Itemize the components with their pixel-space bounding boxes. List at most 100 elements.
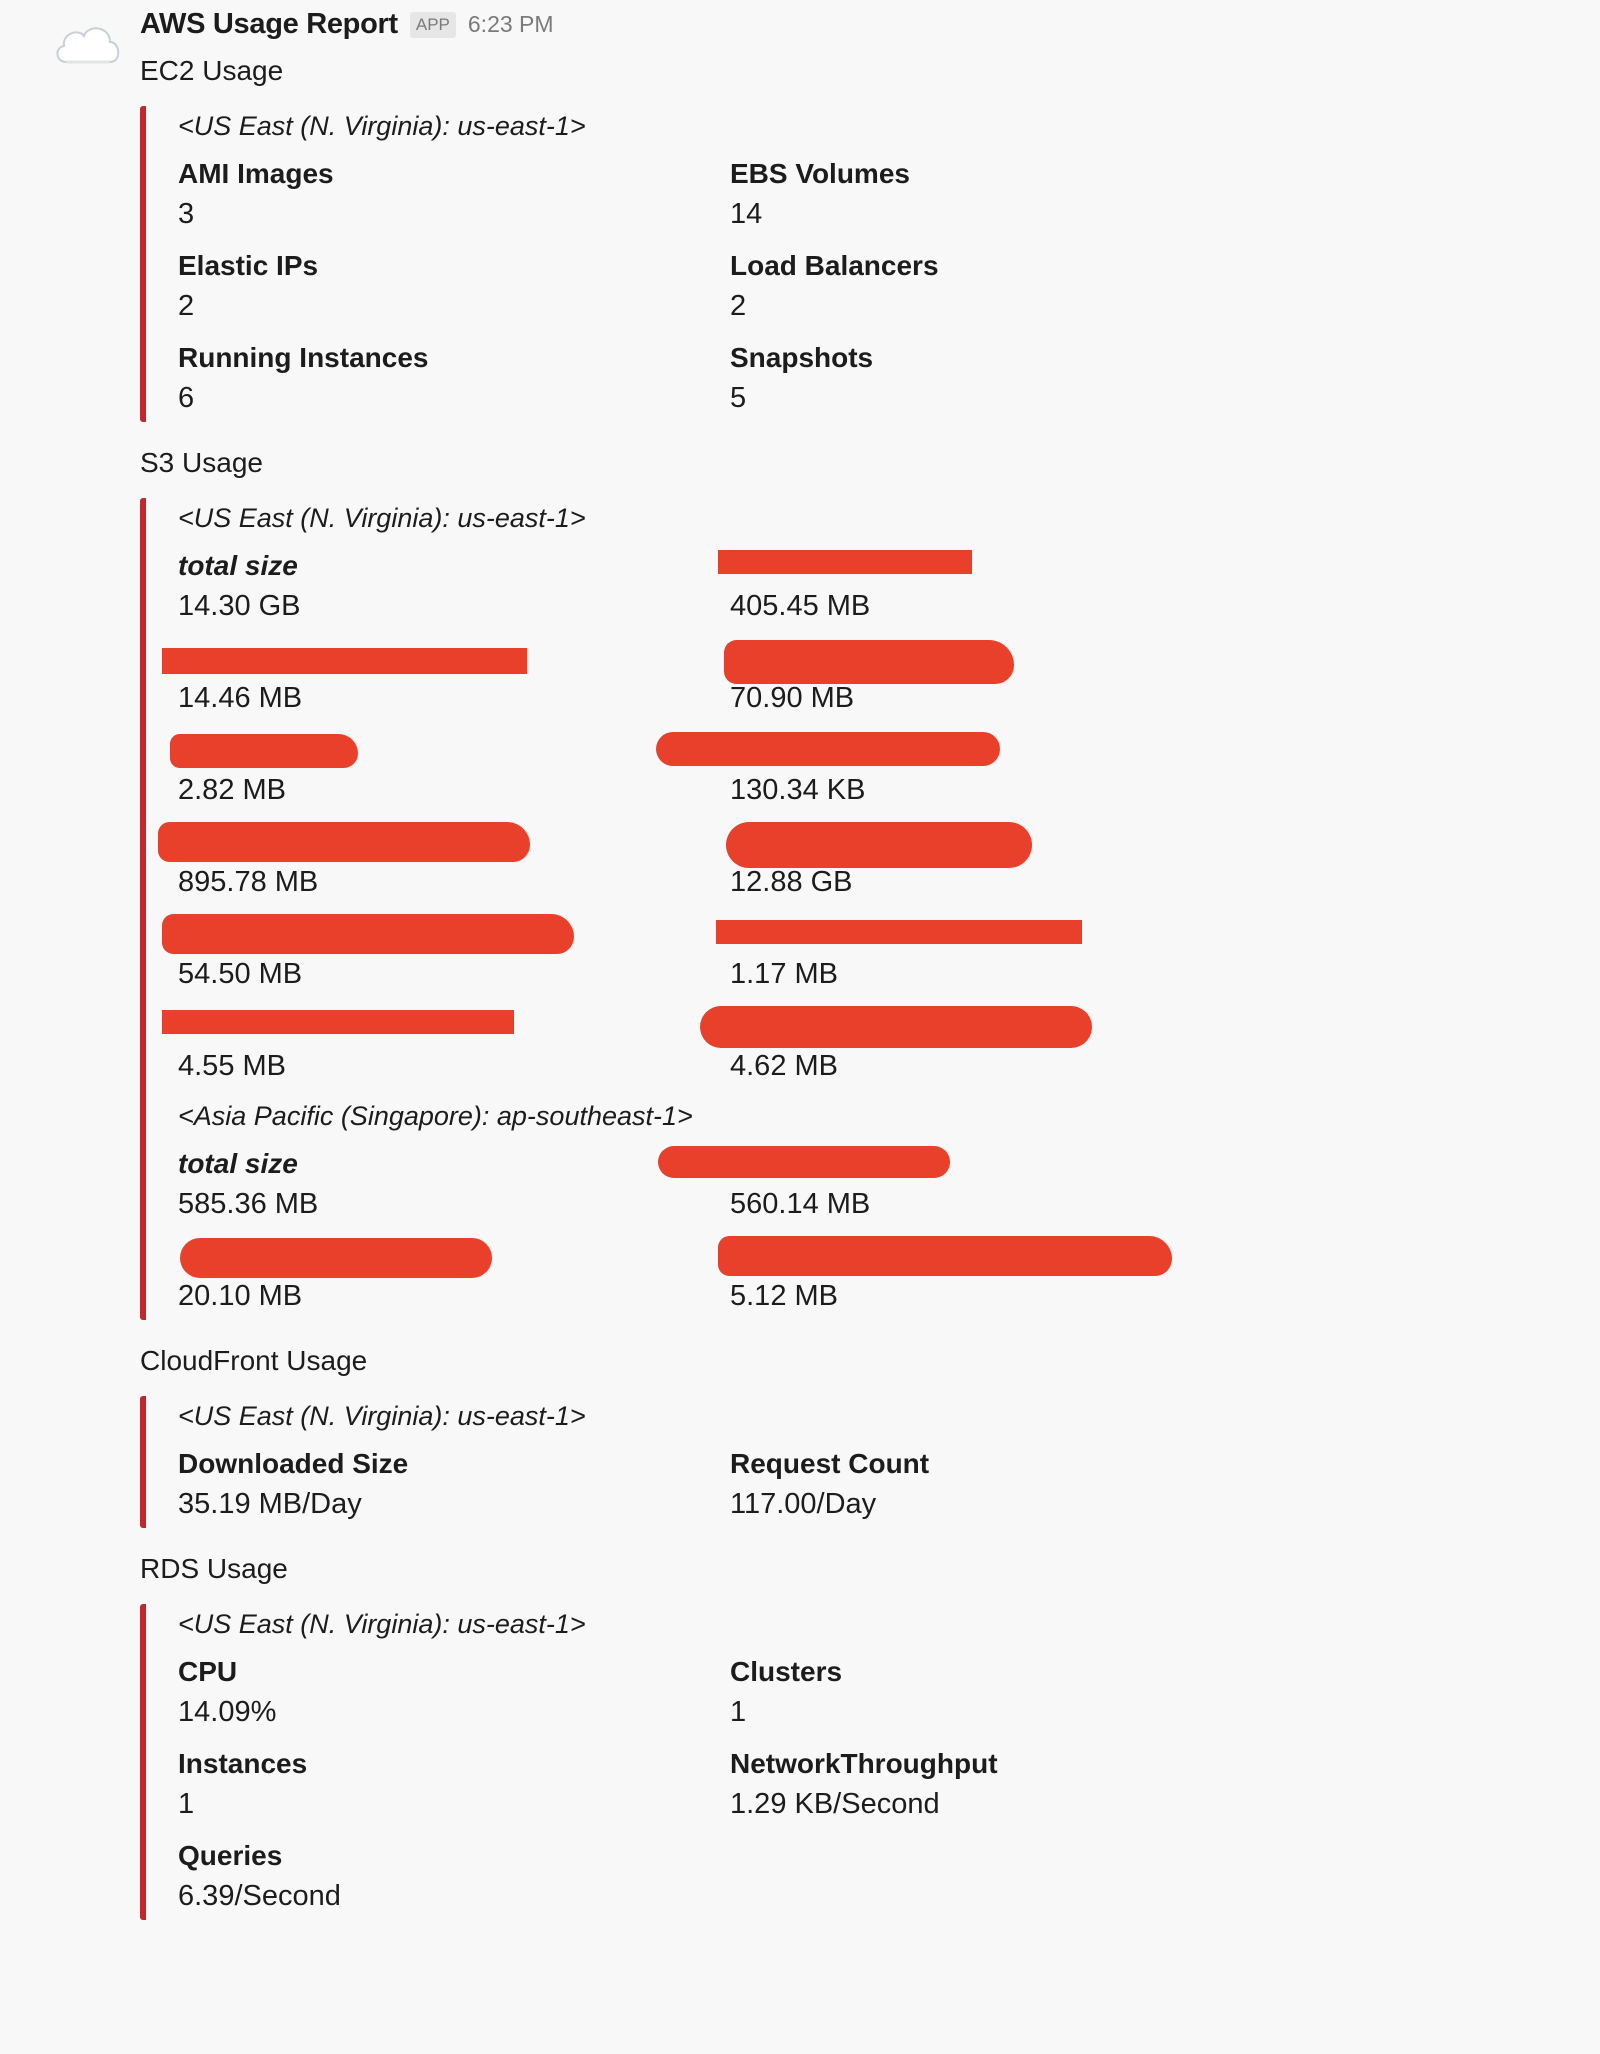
- field-title: Clusters: [730, 1656, 843, 1687]
- cloudfront-section-title: CloudFront Usage: [140, 1345, 368, 1376]
- field-redacted-bucket: 1.17 MB: [716, 914, 1282, 998]
- cloudfront-attachment: <US East (N. Virginia): us-east-1> Downl…: [140, 1396, 1540, 1528]
- field-title: [724, 638, 1282, 684]
- message-header: AWS Usage Report APP 6:23 PM: [140, 8, 554, 41]
- field-title: [658, 1144, 1282, 1184]
- field-title: [716, 914, 1282, 954]
- field-ebs-volumes: EBS Volumes 14: [730, 154, 1282, 238]
- field-title: total size: [178, 1148, 298, 1179]
- field-title: total size: [178, 550, 298, 581]
- field-value: 130.34 KB: [730, 774, 866, 806]
- field-value: 12.88 GB: [730, 866, 853, 898]
- app-badge: APP: [409, 11, 456, 38]
- field-title: NetworkThroughput: [730, 1748, 998, 1779]
- redaction-mark: [170, 734, 358, 768]
- field-value: 2: [730, 290, 747, 322]
- redaction-mark: [726, 822, 1032, 868]
- field-value: 560.14 MB: [730, 1188, 871, 1220]
- field-title: [162, 914, 730, 954]
- field-title: Request Count: [730, 1448, 930, 1479]
- field-value: 2.82 MB: [178, 774, 286, 806]
- field-ami-images: AMI Images 3: [178, 154, 730, 238]
- field-value: 14: [730, 198, 763, 230]
- redaction-mark: [162, 1010, 514, 1034]
- field-value: 5.12 MB: [730, 1280, 838, 1312]
- redaction-mark: [700, 1006, 1092, 1048]
- rds-region: <US East (N. Virginia): us-east-1>: [178, 1609, 586, 1639]
- redaction-mark: [658, 1146, 950, 1178]
- field-title: Downloaded Size: [178, 1448, 409, 1479]
- redaction-mark: [718, 550, 972, 574]
- field-redacted-bucket: 405.45 MB: [718, 546, 1282, 630]
- redaction-mark: [718, 1236, 1172, 1276]
- field-title: Instances: [178, 1748, 308, 1779]
- field-redacted-bucket: 4.55 MB: [162, 1006, 730, 1090]
- field-title: [178, 1236, 730, 1278]
- field-value: 3: [178, 198, 195, 230]
- field-title: CPU: [178, 1656, 238, 1687]
- field-value: 895.78 MB: [178, 866, 319, 898]
- redaction-mark: [716, 920, 1082, 944]
- redaction-mark: [724, 640, 1014, 684]
- field-value: 70.90 MB: [730, 682, 855, 714]
- field-running-instances: Running Instances 6: [178, 338, 730, 422]
- cloud-icon[interactable]: [52, 18, 124, 70]
- field-value: 1: [178, 1788, 195, 1820]
- field-redacted-bucket: 14.46 MB: [162, 638, 730, 722]
- rds-attachment: <US East (N. Virginia): us-east-1> CPU 1…: [140, 1604, 1540, 1920]
- field-load-balancers: Load Balancers 2: [730, 246, 1282, 330]
- field-redacted-bucket: 2.82 MB: [170, 730, 730, 814]
- field-redacted-bucket: 895.78 MB: [158, 822, 730, 906]
- field-redacted-bucket: 560.14 MB: [658, 1144, 1282, 1228]
- field-value: 6: [178, 382, 195, 414]
- field-value: 1.17 MB: [730, 958, 838, 990]
- field-total-size: total size 585.36 MB: [178, 1144, 730, 1228]
- field-title: Running Instances: [178, 342, 429, 373]
- field-value: 1: [730, 1696, 747, 1728]
- message-timestamp[interactable]: 6:23 PM: [468, 11, 554, 38]
- message-content: EC2 Usage <US East (N. Virginia): us-eas…: [140, 50, 1540, 1940]
- field-value: 14.46 MB: [178, 682, 303, 714]
- field-redacted-bucket: 12.88 GB: [726, 822, 1282, 906]
- field-value: 4.62 MB: [730, 1050, 838, 1082]
- field-title: Snapshots: [730, 342, 874, 373]
- field-title: AMI Images: [178, 158, 334, 189]
- field-queries: Queries 6.39/Second: [178, 1836, 730, 1920]
- s3-region-ap-southeast: <Asia Pacific (Singapore): ap-southeast-…: [178, 1101, 693, 1131]
- s3-section-title: S3 Usage: [140, 447, 263, 478]
- field-downloaded-size: Downloaded Size 35.19 MB/Day: [178, 1444, 730, 1528]
- field-title: [162, 638, 730, 678]
- redaction-mark: [656, 732, 1000, 766]
- field-network-throughput: NetworkThroughput 1.29 KB/Second: [730, 1744, 1282, 1828]
- field-value: 5: [730, 382, 747, 414]
- s3-region-us-east: <US East (N. Virginia): us-east-1>: [178, 503, 586, 533]
- field-title: [158, 822, 730, 862]
- redaction-mark: [162, 914, 574, 954]
- cloudfront-region: <US East (N. Virginia): us-east-1>: [178, 1401, 586, 1431]
- redaction-mark: [162, 648, 527, 674]
- field-value: 117.00/Day: [730, 1488, 877, 1520]
- app-name[interactable]: AWS Usage Report: [140, 8, 398, 41]
- field-title: [718, 1236, 1282, 1276]
- field-value: 20.10 MB: [178, 1280, 303, 1312]
- field-value: 405.45 MB: [730, 590, 871, 622]
- redaction-mark: [180, 1238, 492, 1278]
- field-redacted-bucket: 20.10 MB: [178, 1236, 730, 1320]
- field-title: Load Balancers: [730, 250, 939, 281]
- rds-section-title: RDS Usage: [140, 1553, 288, 1584]
- field-redacted-bucket: 54.50 MB: [162, 914, 730, 998]
- redaction-mark: [158, 822, 530, 862]
- field-value: 54.50 MB: [178, 958, 303, 990]
- field-value: 14.09%: [178, 1696, 277, 1728]
- field-redacted-bucket: 4.62 MB: [700, 1006, 1282, 1090]
- field-instances: Instances 1: [178, 1744, 730, 1828]
- ec2-attachment: <US East (N. Virginia): us-east-1> AMI I…: [140, 106, 1540, 422]
- field-title: [162, 1006, 730, 1046]
- field-total-size: total size 14.30 GB: [178, 546, 730, 630]
- field-title: [726, 822, 1282, 868]
- field-value: 35.19 MB/Day: [178, 1488, 362, 1520]
- field-value: 6.39/Second: [178, 1880, 341, 1912]
- field-redacted-bucket: 70.90 MB: [724, 638, 1282, 722]
- field-clusters: Clusters 1: [730, 1652, 1282, 1736]
- field-request-count: Request Count 117.00/Day: [730, 1444, 1282, 1528]
